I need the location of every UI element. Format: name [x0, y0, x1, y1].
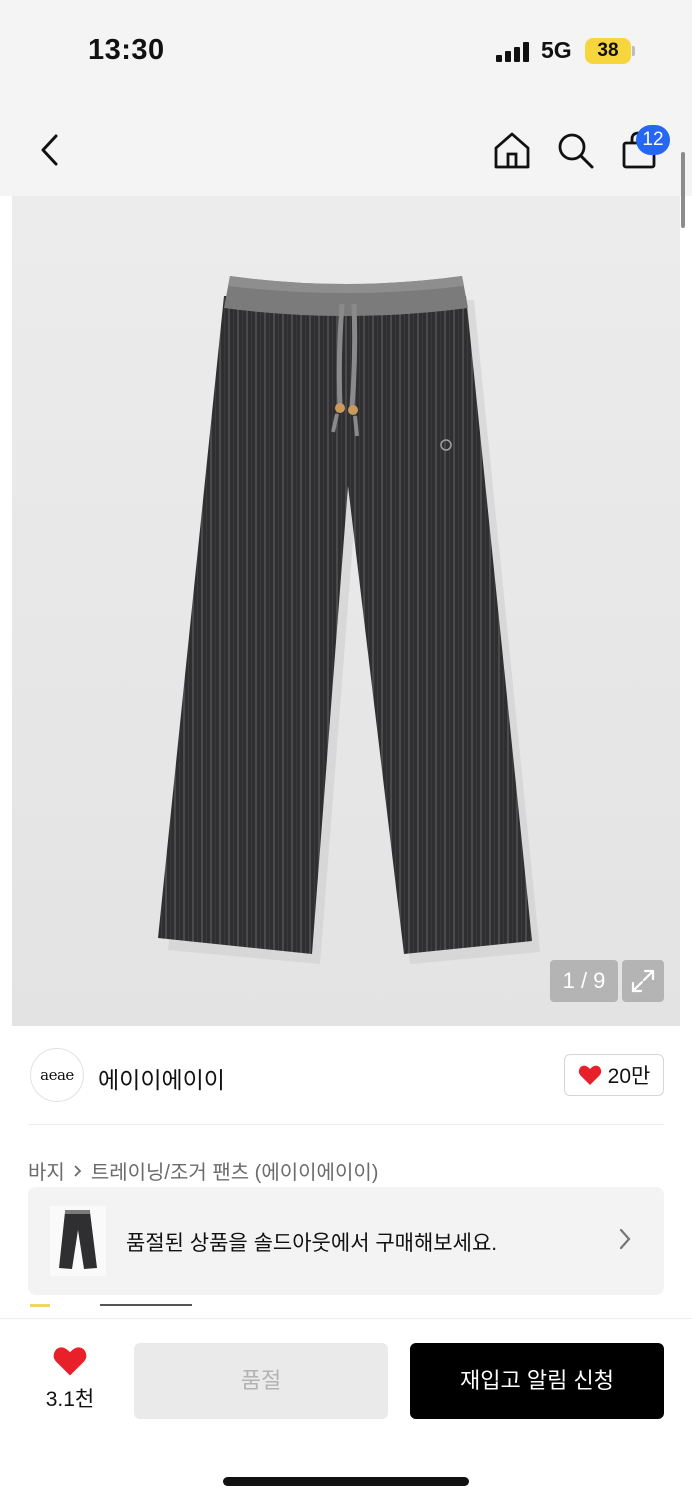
image-counter: 1 / 9: [550, 960, 618, 1002]
expand-icon: [631, 969, 655, 993]
brand-logo[interactable]: aeae: [30, 1048, 84, 1102]
brand-row: aeae 에이이에이이 20만: [0, 1026, 692, 1124]
pants-illustration: [158, 276, 540, 964]
soldout-banner[interactable]: 품절된 상품을 솔드아웃에서 구매해보세요.: [28, 1187, 664, 1295]
partial-content-row: [28, 1295, 328, 1307]
breadcrumb-subcategory[interactable]: 트레이닝/조거 팬츠 (에이이에이이): [91, 1156, 379, 1185]
brand-name[interactable]: 에이이에이이: [98, 1061, 225, 1095]
brand-like-count: 20만: [607, 1065, 651, 1088]
back-button[interactable]: [28, 128, 72, 172]
search-button[interactable]: [553, 128, 597, 172]
home-indicator[interactable]: [223, 1477, 469, 1486]
search-icon: [558, 133, 594, 169]
expand-image-button[interactable]: [622, 960, 664, 1002]
scrollbar[interactable]: [681, 152, 685, 228]
soldout-thumbnail: [50, 1206, 106, 1276]
product-like-count: 3.1천: [45, 1388, 95, 1411]
battery-tip: [632, 46, 635, 56]
network-type: 5G: [541, 37, 572, 63]
soldout-message: 품절된 상품을 솔드아웃에서 구매해보세요.: [126, 1232, 498, 1255]
breadcrumb-category[interactable]: 바지: [28, 1156, 65, 1185]
heart-icon: [578, 1065, 601, 1085]
bottom-action-bar: 3.1천 품절 재입고 알림 신청: [0, 1318, 692, 1500]
home-icon: [494, 132, 530, 169]
status-time: 13:30: [88, 34, 165, 66]
divider: [28, 1124, 664, 1125]
restock-alert-button[interactable]: 재입고 알림 신청: [410, 1343, 664, 1419]
product-like-button[interactable]: 3.1천: [30, 1345, 110, 1415]
heart-icon: [53, 1347, 87, 1376]
status-bar: 13:30 5G 38: [0, 0, 692, 100]
battery-icon: 38: [585, 38, 631, 64]
home-button[interactable]: [490, 128, 534, 172]
cart-count-badge: 12: [636, 125, 670, 155]
brand-like-button[interactable]: 20만: [564, 1054, 664, 1096]
chevron-right-icon: [74, 1164, 82, 1177]
breadcrumb: 바지 트레이닝/조거 팬츠 (에이이에이이): [28, 1156, 378, 1185]
sold-out-button[interactable]: 품절: [134, 1343, 388, 1419]
chevron-right-icon: [618, 1227, 632, 1256]
product-image[interactable]: [12, 196, 680, 1026]
chevron-left-icon: [41, 134, 58, 166]
cellular-signal-icon: [496, 42, 532, 62]
nav-bar: [0, 100, 692, 196]
